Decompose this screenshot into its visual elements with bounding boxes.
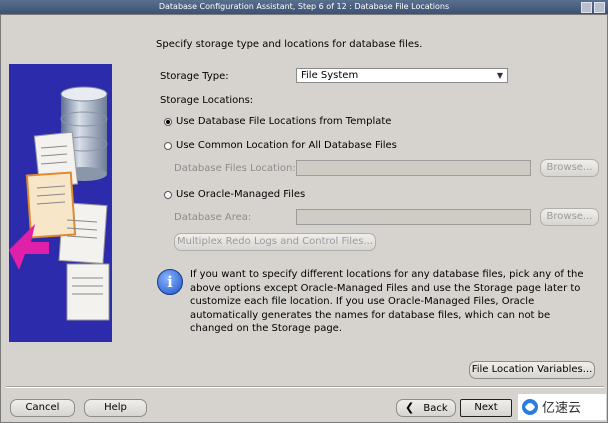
next-label: Next — [474, 402, 498, 413]
template-option-label[interactable]: Use Database File Locations from Templat… — [176, 116, 391, 127]
footer-separator — [6, 386, 604, 388]
common-location-label[interactable]: Use Common Location for All Database Fil… — [176, 140, 397, 151]
storage-type-label: Storage Type: — [160, 71, 229, 82]
multiplex-button[interactable]: Multiplex Redo Logs and Control Files... — [174, 233, 376, 251]
watermark-logo: 亿速云 — [522, 399, 581, 416]
title-bar: Database Configuration Assistant, Step 6… — [0, 0, 608, 14]
oracle-managed-radio[interactable] — [164, 191, 172, 199]
help-button[interactable]: Help — [84, 399, 147, 417]
watermark-text: 亿速云 — [542, 401, 581, 416]
minimize-icon[interactable] — [581, 2, 592, 13]
back-button[interactable]: ❮ Back — [396, 399, 456, 417]
database-area-field[interactable] — [296, 209, 531, 225]
info-text: If you want to specify different locatio… — [190, 269, 584, 334]
storage-type-select[interactable]: File System ▼ — [296, 68, 508, 83]
back-label: Back — [423, 403, 448, 414]
next-button[interactable]: Next — [460, 399, 512, 417]
db-files-location-field[interactable] — [296, 160, 531, 176]
storage-type-value: File System — [301, 70, 359, 81]
instruction-text: Specify storage type and locations for d… — [156, 39, 423, 50]
storage-locations-label: Storage Locations: — [160, 95, 254, 106]
dropdown-arrow-icon: ▼ — [496, 71, 503, 80]
close-icon[interactable] — [594, 2, 605, 13]
back-arrow-icon: ❮ — [405, 401, 415, 414]
database-cylinder-icon — [9, 86, 110, 321]
template-radio[interactable] — [164, 118, 172, 126]
info-icon: i — [157, 269, 183, 295]
browse-db-files-button[interactable]: Browse... — [540, 159, 599, 177]
oracle-managed-label[interactable]: Use Oracle-Managed Files — [176, 189, 305, 200]
db-files-location-label: Database Files Location: — [174, 163, 296, 174]
wizard-illustration — [9, 64, 112, 342]
common-location-radio[interactable] — [164, 142, 172, 150]
database-area-label: Database Area: — [174, 212, 252, 223]
browse-database-area-button[interactable]: Browse... — [540, 208, 599, 226]
window-title: Database Configuration Assistant, Step 6… — [158, 2, 450, 11]
watermark: 亿速云 — [518, 394, 606, 420]
file-location-variables-button[interactable]: File Location Variables... — [469, 361, 595, 379]
cancel-button[interactable]: Cancel — [10, 399, 75, 417]
